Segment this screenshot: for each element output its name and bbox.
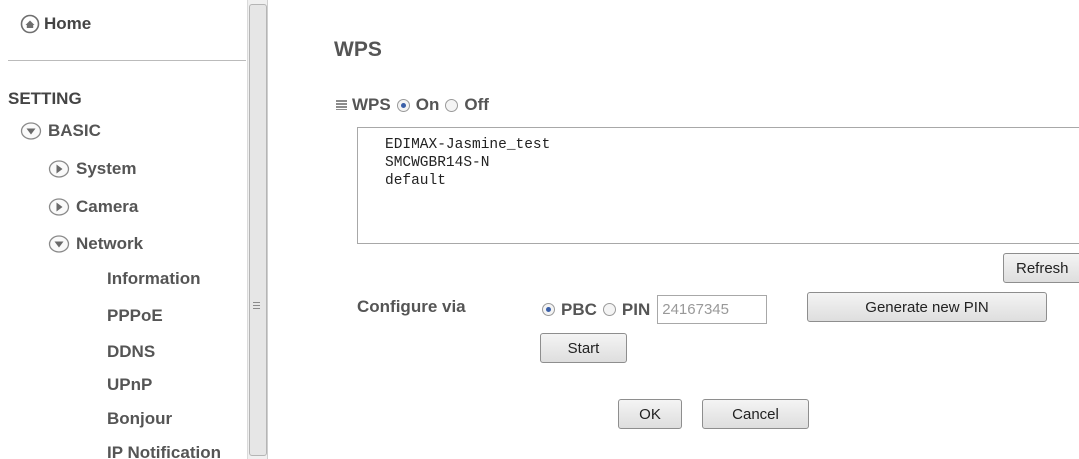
- ssid-listbox[interactable]: EDIMAX-Jasmine_test SMCWGBR14S-N default: [357, 127, 1079, 244]
- sidebar-item-ip-notification[interactable]: IP Notification: [107, 443, 221, 459]
- wps-off-radio[interactable]: [445, 98, 459, 112]
- page-title: WPS: [334, 38, 382, 61]
- generate-new-pin-button[interactable]: Generate new PIN: [807, 292, 1047, 322]
- scrollbar-thumb[interactable]: [249, 4, 267, 456]
- configure-options: PBC PIN: [542, 295, 768, 324]
- list-bullet-icon: [336, 100, 347, 110]
- refresh-button[interactable]: Refresh: [1003, 253, 1079, 283]
- sidebar-scrollbar[interactable]: [247, 0, 268, 459]
- scrollbar-grip-icon: [253, 302, 260, 311]
- chevron-down-icon: [20, 122, 42, 140]
- pin-input[interactable]: [657, 295, 768, 324]
- pin-radio[interactable]: [602, 303, 616, 316]
- sidebar-item-system-label: System: [76, 159, 137, 178]
- sidebar: Home SETTING BASIC System Camera Network…: [0, 0, 247, 459]
- sidebar-item-camera[interactable]: Camera: [48, 197, 138, 217]
- sidebar-item-basic[interactable]: BASIC: [20, 121, 101, 141]
- sidebar-item-bonjour[interactable]: Bonjour: [107, 409, 172, 429]
- sidebar-item-pppoe[interactable]: PPPoE: [107, 306, 163, 326]
- list-item[interactable]: SMCWGBR14S-N: [385, 154, 1079, 172]
- sidebar-item-network-label: Network: [76, 234, 144, 253]
- pbc-radio[interactable]: [542, 303, 555, 316]
- configure-via-label: Configure via: [357, 297, 466, 316]
- sidebar-item-information[interactable]: Information: [107, 269, 201, 289]
- sidebar-item-upnp[interactable]: UPnP: [107, 375, 152, 395]
- sidebar-section-setting: SETTING: [8, 89, 82, 108]
- chevron-right-icon: [48, 198, 70, 216]
- cancel-button[interactable]: Cancel: [702, 399, 809, 429]
- wps-on-label[interactable]: On: [416, 95, 440, 115]
- sidebar-item-camera-label: Camera: [76, 197, 139, 216]
- chevron-right-icon: [48, 160, 70, 178]
- home-icon: [20, 14, 40, 34]
- sidebar-item-network[interactable]: Network: [48, 234, 143, 254]
- wps-label: WPS: [352, 95, 391, 114]
- wps-toggle-row: WPS On Off: [336, 95, 489, 115]
- sidebar-item-system[interactable]: System: [48, 159, 136, 179]
- start-button[interactable]: Start: [540, 333, 627, 363]
- wps-off-label[interactable]: Off: [464, 95, 489, 115]
- list-item[interactable]: default: [385, 172, 1079, 190]
- pbc-label[interactable]: PBC: [561, 300, 597, 320]
- wps-on-radio[interactable]: [396, 98, 410, 112]
- pin-label[interactable]: PIN: [622, 300, 650, 320]
- sidebar-item-home[interactable]: Home: [20, 14, 91, 34]
- list-item[interactable]: EDIMAX-Jasmine_test: [385, 136, 1079, 154]
- ok-button[interactable]: OK: [618, 399, 682, 429]
- chevron-down-icon: [48, 235, 70, 253]
- sidebar-item-ddns[interactable]: DDNS: [107, 342, 155, 362]
- sidebar-item-home-label: Home: [44, 14, 92, 33]
- sidebar-item-basic-label: BASIC: [48, 121, 101, 140]
- sidebar-divider: [8, 60, 246, 61]
